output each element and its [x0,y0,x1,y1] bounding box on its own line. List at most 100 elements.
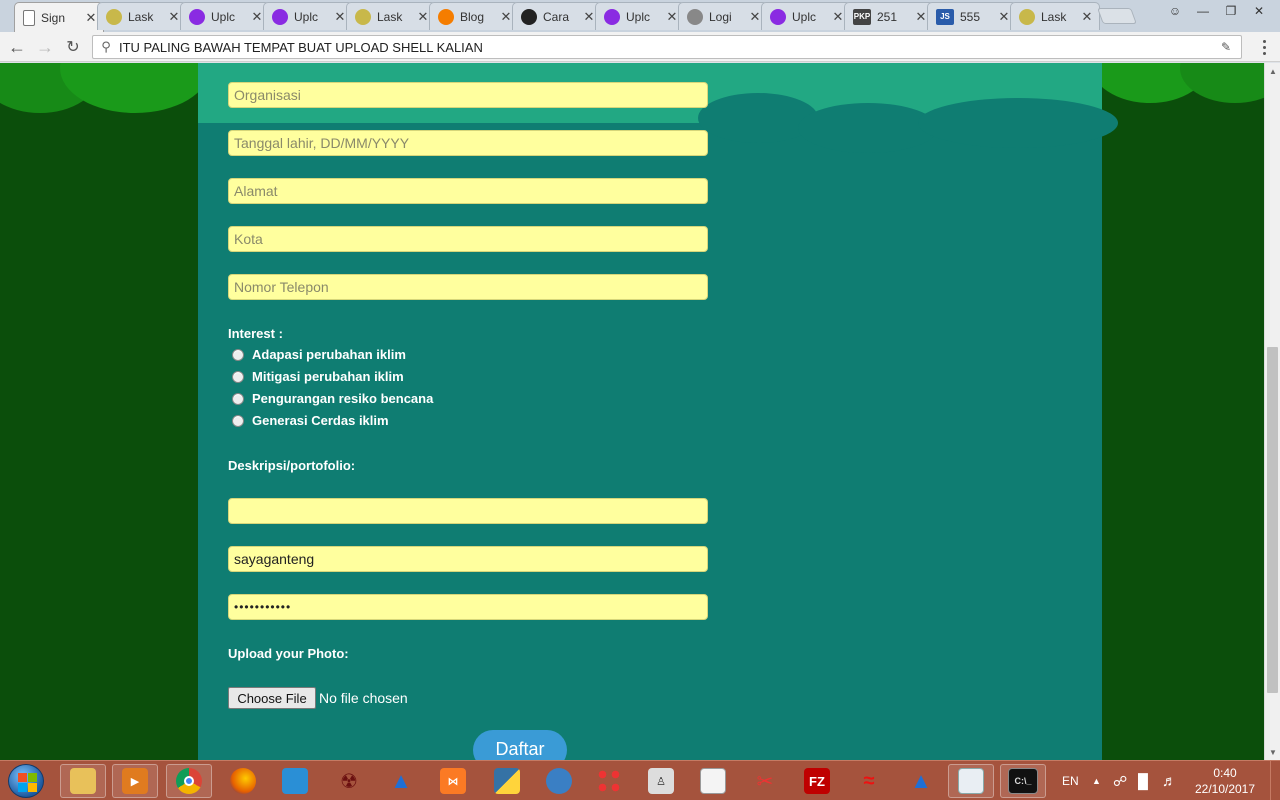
paint-icon[interactable]: ✎ [1221,40,1241,54]
tab-close-icon[interactable]: ✕ [666,9,678,25]
taskbar-app[interactable] [586,764,632,798]
taskbar-xampp[interactable]: ⋈ [430,764,476,798]
taskbar-app[interactable]: ▲ [378,764,424,798]
usb-icon[interactable]: ☍ [1113,761,1127,800]
taskbar-app[interactable]: ☢ [326,764,372,798]
browser-tab[interactable]: Lask ✕ [1010,2,1100,30]
browser-tab[interactable]: Lask ✕ [97,2,187,30]
username-input[interactable]: sayaganteng [228,546,708,572]
taskbar-chrome[interactable] [166,764,212,798]
back-button[interactable]: ← [6,36,28,58]
window-controls: ☺ — ❐ ✕ [1164,0,1270,22]
daftar-button[interactable]: Daftar [473,730,567,760]
right-background [1102,63,1264,760]
tab-close-icon[interactable]: ✕ [500,9,512,25]
taskbar-python[interactable] [484,764,530,798]
browser-tab[interactable]: Uplc ✕ [263,2,353,30]
browser-tab[interactable]: Logi ✕ [678,2,768,30]
tray-expand-icon[interactable]: ▲ [1092,761,1101,800]
menu-button[interactable] [1256,37,1272,57]
restore-button[interactable]: ❐ [1220,3,1242,19]
scrollbar-thumb[interactable] [1267,347,1278,693]
scroll-down-icon[interactable]: ▼ [1265,744,1280,760]
tab-close-icon[interactable]: ✕ [915,9,927,25]
page-scrollbar[interactable]: ▲ ▼ [1264,63,1280,760]
taskbar-notepad[interactable] [948,764,994,798]
taskbar-media-player[interactable]: ▶ [112,764,158,798]
close-window-button[interactable]: ✕ [1248,3,1270,19]
tab-close-icon[interactable]: ✕ [583,9,595,25]
nomor-telepon-input[interactable]: Nomor Telepon [228,274,708,300]
interest-option[interactable]: Mitigasi perubahan iklim [232,369,404,384]
bush-decoration [698,93,818,143]
alamat-input[interactable]: Alamat [228,178,708,204]
left-background [0,63,198,760]
interest-option[interactable]: Generasi Cerdas iklim [232,413,389,428]
taskbar-app[interactable]: ▲ [898,764,944,798]
browser-tab[interactable]: Sign ✕ [14,2,104,32]
new-tab-button[interactable] [1097,8,1137,24]
browser-tab[interactable]: Uplc ✕ [595,2,685,30]
show-desktop-button[interactable] [1270,761,1280,800]
tab-close-icon[interactable]: ✕ [334,9,346,25]
address-bar[interactable]: ⚲ ITU PALING BAWAH TEMPAT BUAT UPLOAD SH… [92,35,1242,59]
browser-tab[interactable]: JS 555 ✕ [927,2,1017,30]
reload-button[interactable]: ↻ [62,36,84,58]
browser-tab[interactable]: Blog ✕ [429,2,519,30]
language-indicator[interactable]: EN [1062,761,1079,800]
taskbar-filezilla[interactable]: FZ [794,764,840,798]
radio-button[interactable] [232,414,244,427]
tab-close-icon[interactable]: ✕ [417,9,429,25]
taskbar-network[interactable] [536,764,582,798]
tab-close-icon[interactable]: ✕ [168,9,180,25]
deskripsi-input[interactable] [228,498,708,524]
clock-time: 0:40 [1213,766,1237,780]
interest-option[interactable]: Pengurangan resiko bencana [232,391,433,406]
tab-title: Blog [460,9,485,24]
profile-icon[interactable]: ☺ [1164,3,1186,19]
taskbar-cmd[interactable]: C:\_ [1000,764,1046,798]
taskbar-app[interactable] [690,764,736,798]
tab-close-icon[interactable]: ✕ [749,9,761,25]
radio-button[interactable] [232,348,244,361]
tab-close-icon[interactable]: ✕ [1081,9,1093,25]
radio-button[interactable] [232,370,244,383]
tab-close-icon[interactable]: ✕ [832,9,844,25]
tanggal-lahir-input[interactable]: Tanggal lahir, DD/MM/YYYY [228,130,708,156]
tab-title: Uplc [626,9,651,24]
taskbar-app[interactable]: ♙ [638,764,684,798]
tab-close-icon[interactable]: ✕ [251,9,263,25]
radio-button[interactable] [232,392,244,405]
taskbar-explorer[interactable] [60,764,106,798]
signal-icon[interactable]: █ [1138,761,1148,800]
taskbar-app[interactable]: ≈ [846,764,892,798]
address-text[interactable]: ITU PALING BAWAH TEMPAT BUAT UPLOAD SHEL… [119,40,1221,55]
cloud-icon [272,8,288,25]
scroll-up-icon[interactable]: ▲ [1265,63,1280,79]
taskbar-firefox[interactable] [220,764,266,798]
password-input[interactable]: ••••••••••• [228,594,708,620]
tab-close-icon[interactable]: ✕ [85,10,97,26]
browser-tab[interactable]: PKP 251 ✕ [844,2,934,30]
start-button[interactable] [8,764,44,798]
browser-tab[interactable]: Cara ✕ [512,2,602,30]
interest-option[interactable]: Adapasi perubahan iklim [232,347,406,362]
taskbar-app[interactable] [272,764,318,798]
taskbar-app[interactable]: ✂ [742,764,788,798]
clock[interactable]: 0:40 22/10/2017 [1190,765,1260,797]
choose-file-button[interactable]: Choose File [228,687,316,709]
browser-tab[interactable]: Uplc ✕ [180,2,270,30]
filezilla-icon: FZ [804,768,830,794]
browser-tab[interactable]: Lask ✕ [346,2,436,30]
browser-tab[interactable]: Uplc ✕ [761,2,851,30]
tab-close-icon[interactable]: ✕ [998,9,1010,25]
dots-icon [596,768,622,794]
kota-input[interactable]: Kota [228,226,708,252]
organisasi-input[interactable]: Organisasi [228,82,708,108]
interest-label: Interest : [228,326,283,341]
minimize-button[interactable]: — [1192,3,1214,19]
page-icon [23,9,35,26]
forward-button[interactable]: → [34,36,56,58]
volume-icon[interactable]: ♬ [1162,761,1177,800]
app-icon [282,768,308,794]
